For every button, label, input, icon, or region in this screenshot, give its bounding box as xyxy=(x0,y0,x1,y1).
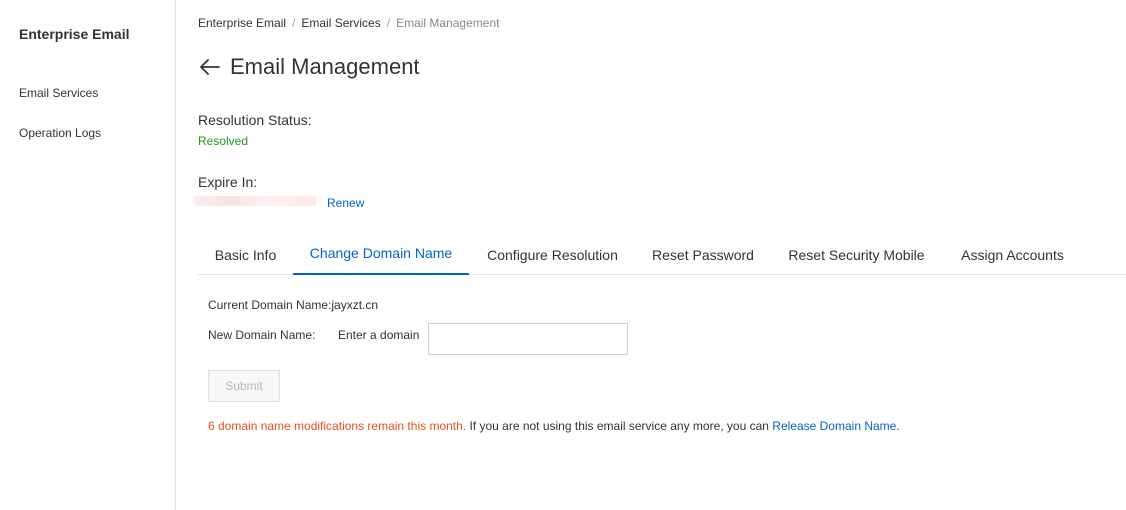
breadcrumb: Enterprise Email / Email Services / Email Ma… xyxy=(198,16,499,30)
page-title: Email Management xyxy=(230,54,420,79)
sidebar-item-operation-logs[interactable]: Operation Logs xyxy=(19,126,101,140)
breadcrumb-current: Email Management xyxy=(396,16,500,30)
tab-change-domain-name[interactable]: Change Domain Name xyxy=(293,236,469,275)
tab-reset-password[interactable]: Reset Password xyxy=(636,236,770,275)
notice-end: . xyxy=(896,419,900,433)
current-domain-value: jayxzt.cn xyxy=(331,298,379,312)
submit-button[interactable]: Submit xyxy=(208,370,280,402)
sidebar-item-email-services[interactable]: Email Services xyxy=(19,86,98,100)
main-content: Enterprise Email / Email Services / Email Ma… xyxy=(194,0,1126,510)
current-domain-row: Current Domain Name:jayxzt.cn xyxy=(208,298,378,312)
sidebar-title: Enterprise Email xyxy=(19,26,130,42)
tab-assign-accounts[interactable]: Assign Accounts xyxy=(943,236,1082,275)
release-domain-link[interactable]: Release Domain Name xyxy=(772,419,896,433)
new-domain-hint: Enter a domain xyxy=(338,328,420,342)
renew-link[interactable]: Renew xyxy=(327,196,364,210)
expire-label: Expire In: xyxy=(198,174,258,190)
new-domain-input[interactable] xyxy=(428,323,628,355)
tab-reset-security-mobile[interactable]: Reset Security Mobile xyxy=(770,236,943,275)
sidebar: Enterprise Email Email Services Operatio… xyxy=(0,0,176,510)
tab-basic-info[interactable]: Basic Info xyxy=(198,236,293,275)
notice-message: 6 domain name modifications remain this … xyxy=(208,419,900,433)
breadcrumb-item-email-services[interactable]: Email Services xyxy=(301,16,380,30)
tab-bar: Basic Info Change Domain Name Configure … xyxy=(198,236,1126,275)
arrow-left-icon[interactable] xyxy=(198,55,222,79)
notice-text: If you are not using this email service … xyxy=(466,419,773,433)
expire-date-redacted xyxy=(194,196,316,206)
breadcrumb-separator: / xyxy=(386,16,391,30)
breadcrumb-item-enterprise-email[interactable]: Enterprise Email xyxy=(198,16,286,30)
tab-configure-resolution[interactable]: Configure Resolution xyxy=(469,236,636,275)
current-domain-label: Current Domain Name: xyxy=(208,298,332,312)
resolution-status-value: Resolved xyxy=(198,134,249,148)
new-domain-label: New Domain Name: xyxy=(208,328,316,342)
resolution-status-label: Resolution Status: xyxy=(198,112,312,128)
modification-warning: 6 domain name modifications remain this … xyxy=(208,419,467,433)
breadcrumb-separator: / xyxy=(292,16,296,30)
page-header: Email Management xyxy=(198,53,420,81)
